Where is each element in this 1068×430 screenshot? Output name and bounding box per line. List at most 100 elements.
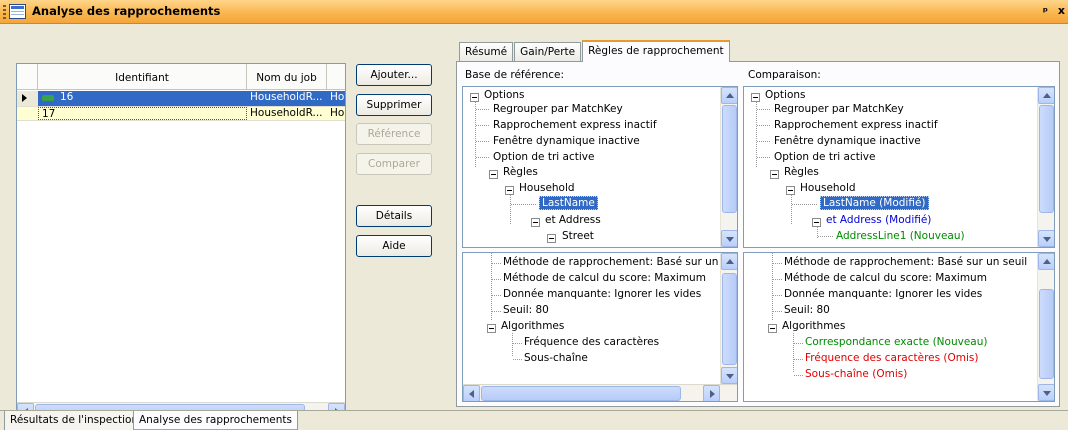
cell-job[interactable]: HouseholdR... bbox=[247, 107, 327, 120]
scroll-left-icon[interactable] bbox=[463, 385, 480, 401]
tab-summary[interactable]: Résumé bbox=[459, 42, 514, 61]
reference-button[interactable]: Référence bbox=[356, 123, 432, 145]
pin-icon[interactable]: ᵖ bbox=[1043, 5, 1048, 18]
tree-node-options[interactable]: Options bbox=[765, 89, 806, 101]
scroll-up-icon[interactable] bbox=[1038, 253, 1054, 270]
tab-inspection-results[interactable]: Résultats de l'inspection bbox=[4, 411, 145, 430]
jobs-grid[interactable]: Identifiant Nom du job 16 HouseholdR... … bbox=[16, 63, 346, 420]
tree-node-sort[interactable]: Option de tri active bbox=[493, 151, 594, 163]
scroll-thumb[interactable] bbox=[722, 273, 737, 365]
scroll-thumb[interactable] bbox=[1039, 105, 1054, 213]
tree-node-rules[interactable]: Règles bbox=[503, 166, 538, 178]
detail-score[interactable]: Méthode de calcul du score: Maximum bbox=[503, 272, 706, 284]
help-button[interactable]: Aide bbox=[356, 235, 432, 257]
scroll-up-icon[interactable] bbox=[1038, 87, 1054, 104]
detail-algorithms[interactable]: Algorithmes bbox=[782, 320, 845, 332]
detail-threshold[interactable]: Seuil: 80 bbox=[503, 304, 549, 316]
detail-score[interactable]: Méthode de calcul du score: Maximum bbox=[784, 272, 987, 284]
tree-node-lastname-modified[interactable]: LastName (Modifié) bbox=[820, 196, 929, 210]
tree-node-street[interactable]: Street bbox=[562, 230, 594, 242]
collapse-algorithms-icon[interactable] bbox=[487, 324, 496, 333]
column-header-identifiant[interactable]: Identifiant bbox=[38, 64, 247, 89]
tree-node-household[interactable]: Household bbox=[519, 182, 575, 194]
tab-gain-loss[interactable]: Gain/Perte bbox=[514, 42, 582, 61]
column-header-job-name[interactable]: Nom du job bbox=[247, 64, 327, 89]
tree-node-address-modified[interactable]: et Address (Modifié) bbox=[826, 214, 931, 226]
collapse-rules-icon[interactable] bbox=[489, 170, 498, 179]
detail-threshold[interactable]: Seuil: 80 bbox=[784, 304, 830, 316]
tab-match-rules[interactable]: Règles de rapprochement bbox=[582, 40, 730, 62]
vertical-scrollbar[interactable] bbox=[1037, 253, 1054, 401]
detail-method[interactable]: Méthode de rapprochement: Basé sur un se… bbox=[784, 256, 1027, 268]
collapse-options-icon[interactable] bbox=[751, 93, 760, 102]
detail-method[interactable]: Méthode de rapprochement: Basé sur un se bbox=[503, 256, 734, 268]
vertical-scrollbar[interactable] bbox=[720, 253, 737, 384]
collapse-algorithms-icon[interactable] bbox=[768, 324, 777, 333]
tree-node-address[interactable]: et Address bbox=[545, 214, 601, 226]
details-button[interactable]: Détails bbox=[356, 205, 432, 227]
base-rules-tree[interactable]: Options Regrouper par MatchKey Rapproche… bbox=[462, 86, 738, 248]
table-row[interactable]: 16 HouseholdR... Hous bbox=[17, 91, 345, 106]
tree-node-lastname[interactable]: LastName bbox=[539, 196, 598, 210]
detail-missing[interactable]: Donnée manquante: Ignorer les vides bbox=[503, 288, 701, 300]
delete-button[interactable]: Supprimer bbox=[356, 94, 432, 116]
tree-node-window[interactable]: Fenêtre dynamique inactive bbox=[774, 135, 921, 147]
tree-node-household[interactable]: Household bbox=[800, 182, 856, 194]
row-selector[interactable] bbox=[17, 91, 38, 106]
collapse-options-icon[interactable] bbox=[470, 93, 479, 102]
scroll-down-icon[interactable] bbox=[1038, 230, 1054, 247]
cell-id[interactable]: 17 bbox=[38, 107, 247, 120]
vertical-scrollbar[interactable] bbox=[1037, 87, 1054, 247]
vertical-scrollbar[interactable] bbox=[720, 87, 737, 247]
tree-node-window[interactable]: Fenêtre dynamique inactive bbox=[493, 135, 640, 147]
tree-node-group[interactable]: Regrouper par MatchKey bbox=[493, 103, 623, 115]
tree-node-lastname-text: LastName bbox=[539, 196, 598, 210]
close-icon[interactable]: x bbox=[1058, 4, 1065, 17]
cell-job[interactable]: HouseholdR... bbox=[247, 91, 327, 106]
algo-substring-omitted[interactable]: Sous-chaîne (Omis) bbox=[805, 368, 907, 380]
scroll-right-icon[interactable] bbox=[703, 385, 720, 401]
row-selector[interactable] bbox=[17, 107, 38, 120]
comparison-details-tree[interactable]: Méthode de rapprochement: Basé sur un se… bbox=[743, 252, 1055, 402]
detail-algorithms[interactable]: Algorithmes bbox=[501, 320, 564, 332]
comparison-rules-tree[interactable]: Options Regrouper par MatchKey Rapproche… bbox=[743, 86, 1055, 248]
scroll-down-icon[interactable] bbox=[1038, 384, 1054, 401]
collapse-household-icon[interactable] bbox=[505, 186, 514, 195]
collapse-household-icon[interactable] bbox=[786, 186, 795, 195]
tab-match-analysis[interactable]: Analyse des rapprochements bbox=[133, 411, 299, 430]
base-details-tree[interactable]: Méthode de rapprochement: Basé sur un se… bbox=[462, 252, 738, 402]
collapse-street-icon[interactable] bbox=[547, 234, 556, 243]
collapse-address-icon[interactable] bbox=[531, 218, 540, 227]
scroll-thumb[interactable] bbox=[722, 105, 737, 213]
scroll-thumb[interactable] bbox=[1039, 289, 1054, 379]
algo-frequency-omitted[interactable]: Fréquence des caractères (Omis) bbox=[805, 352, 979, 364]
collapse-address-icon[interactable] bbox=[812, 218, 821, 227]
scroll-up-icon[interactable] bbox=[721, 87, 737, 104]
cell-extra[interactable]: Hous bbox=[327, 107, 345, 120]
drag-grip-icon[interactable] bbox=[3, 5, 6, 19]
detail-missing[interactable]: Donnée manquante: Ignorer les vides bbox=[784, 288, 982, 300]
table-row[interactable]: 17 HouseholdR... Hous bbox=[17, 106, 345, 121]
algo-frequency[interactable]: Fréquence des caractères bbox=[524, 336, 659, 348]
comparison-label: Comparaison: bbox=[748, 69, 821, 81]
algo-exact-new[interactable]: Correspondance exacte (Nouveau) bbox=[805, 336, 987, 348]
tree-node-sort[interactable]: Option de tri active bbox=[774, 151, 875, 163]
scroll-thumb[interactable] bbox=[481, 386, 681, 401]
window-title: Analyse des rapprochements bbox=[32, 4, 221, 18]
cell-id[interactable]: 16 bbox=[38, 91, 247, 106]
add-button[interactable]: Ajouter... bbox=[356, 64, 432, 86]
compare-button[interactable]: Comparer bbox=[356, 153, 432, 175]
collapse-rules-icon[interactable] bbox=[770, 170, 779, 179]
tree-node-express[interactable]: Rapprochement express inactif bbox=[774, 119, 938, 131]
scroll-down-icon[interactable] bbox=[721, 367, 737, 384]
tree-node-options[interactable]: Options bbox=[484, 89, 525, 101]
horizontal-scrollbar[interactable] bbox=[463, 384, 737, 401]
algo-substring[interactable]: Sous-chaîne bbox=[524, 352, 588, 364]
cell-extra[interactable]: Hous bbox=[327, 91, 345, 106]
scroll-up-icon[interactable] bbox=[721, 253, 737, 270]
tree-node-addressline-new[interactable]: AddressLine1 (Nouveau) bbox=[836, 230, 965, 242]
tree-node-rules[interactable]: Règles bbox=[784, 166, 819, 178]
scroll-down-icon[interactable] bbox=[721, 230, 737, 247]
tree-node-group[interactable]: Regrouper par MatchKey bbox=[774, 103, 904, 115]
tree-node-express[interactable]: Rapprochement express inactif bbox=[493, 119, 657, 131]
